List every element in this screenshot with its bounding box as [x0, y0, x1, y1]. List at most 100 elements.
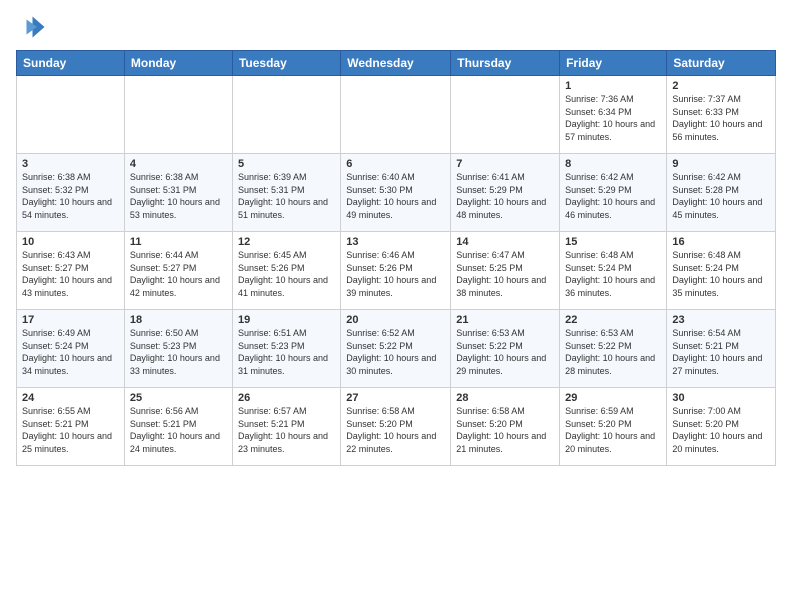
day-number: 24 [22, 392, 119, 404]
day-number: 3 [22, 158, 119, 170]
day-number: 18 [130, 314, 227, 326]
weekday-header-row: SundayMondayTuesdayWednesdayThursdayFrid… [17, 51, 776, 76]
day-cell: 11Sunrise: 6:44 AMSunset: 5:27 PMDayligh… [124, 232, 232, 310]
day-cell: 16Sunrise: 6:48 AMSunset: 5:24 PMDayligh… [667, 232, 776, 310]
weekday-monday: Monday [124, 51, 232, 76]
day-info: Sunrise: 6:47 AMSunset: 5:25 PMDaylight:… [456, 249, 554, 299]
day-info: Sunrise: 6:58 AMSunset: 5:20 PMDaylight:… [456, 405, 554, 455]
day-cell [232, 76, 340, 154]
day-info: Sunrise: 6:50 AMSunset: 5:23 PMDaylight:… [130, 327, 227, 377]
day-cell: 18Sunrise: 6:50 AMSunset: 5:23 PMDayligh… [124, 310, 232, 388]
day-number: 17 [22, 314, 119, 326]
day-info: Sunrise: 6:42 AMSunset: 5:29 PMDaylight:… [565, 171, 661, 221]
day-info: Sunrise: 6:43 AMSunset: 5:27 PMDaylight:… [22, 249, 119, 299]
day-cell: 9Sunrise: 6:42 AMSunset: 5:28 PMDaylight… [667, 154, 776, 232]
day-info: Sunrise: 6:56 AMSunset: 5:21 PMDaylight:… [130, 405, 227, 455]
day-info: Sunrise: 6:54 AMSunset: 5:21 PMDaylight:… [672, 327, 770, 377]
day-cell: 6Sunrise: 6:40 AMSunset: 5:30 PMDaylight… [341, 154, 451, 232]
day-number: 26 [238, 392, 335, 404]
day-cell: 22Sunrise: 6:53 AMSunset: 5:22 PMDayligh… [560, 310, 667, 388]
day-cell: 4Sunrise: 6:38 AMSunset: 5:31 PMDaylight… [124, 154, 232, 232]
day-cell: 17Sunrise: 6:49 AMSunset: 5:24 PMDayligh… [17, 310, 125, 388]
weekday-sunday: Sunday [17, 51, 125, 76]
day-number: 30 [672, 392, 770, 404]
weekday-wednesday: Wednesday [341, 51, 451, 76]
day-number: 16 [672, 236, 770, 248]
day-cell: 12Sunrise: 6:45 AMSunset: 5:26 PMDayligh… [232, 232, 340, 310]
day-number: 1 [565, 80, 661, 92]
day-cell: 27Sunrise: 6:58 AMSunset: 5:20 PMDayligh… [341, 388, 451, 466]
day-cell: 14Sunrise: 6:47 AMSunset: 5:25 PMDayligh… [451, 232, 560, 310]
day-number: 9 [672, 158, 770, 170]
day-number: 10 [22, 236, 119, 248]
day-cell [451, 76, 560, 154]
day-info: Sunrise: 6:49 AMSunset: 5:24 PMDaylight:… [22, 327, 119, 377]
day-number: 4 [130, 158, 227, 170]
day-info: Sunrise: 6:58 AMSunset: 5:20 PMDaylight:… [346, 405, 445, 455]
logo [16, 12, 50, 42]
day-number: 8 [565, 158, 661, 170]
day-cell: 7Sunrise: 6:41 AMSunset: 5:29 PMDaylight… [451, 154, 560, 232]
day-number: 27 [346, 392, 445, 404]
day-number: 28 [456, 392, 554, 404]
day-number: 11 [130, 236, 227, 248]
day-info: Sunrise: 6:41 AMSunset: 5:29 PMDaylight:… [456, 171, 554, 221]
day-cell [341, 76, 451, 154]
day-number: 29 [565, 392, 661, 404]
day-cell: 3Sunrise: 6:38 AMSunset: 5:32 PMDaylight… [17, 154, 125, 232]
week-row-4: 17Sunrise: 6:49 AMSunset: 5:24 PMDayligh… [17, 310, 776, 388]
day-cell: 30Sunrise: 7:00 AMSunset: 5:20 PMDayligh… [667, 388, 776, 466]
page: SundayMondayTuesdayWednesdayThursdayFrid… [0, 0, 792, 612]
day-cell: 26Sunrise: 6:57 AMSunset: 5:21 PMDayligh… [232, 388, 340, 466]
day-info: Sunrise: 6:44 AMSunset: 5:27 PMDaylight:… [130, 249, 227, 299]
day-info: Sunrise: 6:57 AMSunset: 5:21 PMDaylight:… [238, 405, 335, 455]
day-info: Sunrise: 6:53 AMSunset: 5:22 PMDaylight:… [456, 327, 554, 377]
day-info: Sunrise: 6:52 AMSunset: 5:22 PMDaylight:… [346, 327, 445, 377]
day-cell: 5Sunrise: 6:39 AMSunset: 5:31 PMDaylight… [232, 154, 340, 232]
day-number: 6 [346, 158, 445, 170]
day-cell: 23Sunrise: 6:54 AMSunset: 5:21 PMDayligh… [667, 310, 776, 388]
day-number: 15 [565, 236, 661, 248]
week-row-5: 24Sunrise: 6:55 AMSunset: 5:21 PMDayligh… [17, 388, 776, 466]
week-row-2: 3Sunrise: 6:38 AMSunset: 5:32 PMDaylight… [17, 154, 776, 232]
day-info: Sunrise: 6:45 AMSunset: 5:26 PMDaylight:… [238, 249, 335, 299]
weekday-saturday: Saturday [667, 51, 776, 76]
day-number: 25 [130, 392, 227, 404]
day-info: Sunrise: 6:51 AMSunset: 5:23 PMDaylight:… [238, 327, 335, 377]
day-cell: 29Sunrise: 6:59 AMSunset: 5:20 PMDayligh… [560, 388, 667, 466]
day-number: 2 [672, 80, 770, 92]
header [16, 12, 776, 42]
day-info: Sunrise: 6:38 AMSunset: 5:32 PMDaylight:… [22, 171, 119, 221]
day-info: Sunrise: 7:00 AMSunset: 5:20 PMDaylight:… [672, 405, 770, 455]
day-number: 12 [238, 236, 335, 248]
day-number: 21 [456, 314, 554, 326]
day-number: 5 [238, 158, 335, 170]
day-info: Sunrise: 6:59 AMSunset: 5:20 PMDaylight:… [565, 405, 661, 455]
logo-icon [16, 12, 46, 42]
day-info: Sunrise: 6:48 AMSunset: 5:24 PMDaylight:… [565, 249, 661, 299]
day-number: 14 [456, 236, 554, 248]
day-cell: 15Sunrise: 6:48 AMSunset: 5:24 PMDayligh… [560, 232, 667, 310]
day-info: Sunrise: 7:37 AMSunset: 6:33 PMDaylight:… [672, 93, 770, 143]
day-cell [124, 76, 232, 154]
day-info: Sunrise: 6:42 AMSunset: 5:28 PMDaylight:… [672, 171, 770, 221]
day-cell: 13Sunrise: 6:46 AMSunset: 5:26 PMDayligh… [341, 232, 451, 310]
day-number: 23 [672, 314, 770, 326]
day-info: Sunrise: 6:55 AMSunset: 5:21 PMDaylight:… [22, 405, 119, 455]
day-info: Sunrise: 6:40 AMSunset: 5:30 PMDaylight:… [346, 171, 445, 221]
day-number: 7 [456, 158, 554, 170]
day-cell: 25Sunrise: 6:56 AMSunset: 5:21 PMDayligh… [124, 388, 232, 466]
week-row-3: 10Sunrise: 6:43 AMSunset: 5:27 PMDayligh… [17, 232, 776, 310]
day-cell: 2Sunrise: 7:37 AMSunset: 6:33 PMDaylight… [667, 76, 776, 154]
day-info: Sunrise: 7:36 AMSunset: 6:34 PMDaylight:… [565, 93, 661, 143]
day-cell: 19Sunrise: 6:51 AMSunset: 5:23 PMDayligh… [232, 310, 340, 388]
calendar: SundayMondayTuesdayWednesdayThursdayFrid… [16, 50, 776, 466]
day-info: Sunrise: 6:53 AMSunset: 5:22 PMDaylight:… [565, 327, 661, 377]
day-number: 19 [238, 314, 335, 326]
day-info: Sunrise: 6:46 AMSunset: 5:26 PMDaylight:… [346, 249, 445, 299]
day-info: Sunrise: 6:48 AMSunset: 5:24 PMDaylight:… [672, 249, 770, 299]
day-cell: 24Sunrise: 6:55 AMSunset: 5:21 PMDayligh… [17, 388, 125, 466]
weekday-thursday: Thursday [451, 51, 560, 76]
day-info: Sunrise: 6:38 AMSunset: 5:31 PMDaylight:… [130, 171, 227, 221]
day-number: 20 [346, 314, 445, 326]
